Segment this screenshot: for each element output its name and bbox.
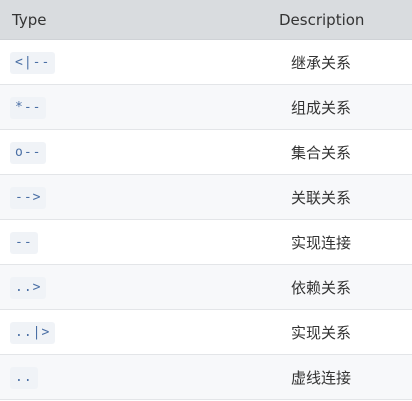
description-cell: 集合关系 (291, 143, 352, 162)
type-code: --> (10, 186, 47, 209)
description-cell: 组成关系 (291, 98, 352, 117)
type-code: ..> (10, 276, 47, 299)
type-code: *-- (10, 96, 47, 119)
relationship-table: Type Description <|-- 继承关系 *-- 组成关系 o-- … (0, 0, 412, 400)
description-cell: 虚线连接 (291, 368, 352, 387)
description-cell: 依赖关系 (291, 278, 352, 297)
type-code: <|-- (10, 51, 56, 74)
table-row: <|-- 继承关系 (0, 40, 412, 85)
description-cell: 实现关系 (291, 323, 352, 342)
type-code: .. (10, 366, 38, 389)
description-cell: 关联关系 (291, 188, 352, 207)
table-row: --> 关联关系 (0, 175, 412, 220)
table-header: Type Description (0, 0, 412, 40)
description-cell: 实现连接 (291, 233, 352, 252)
table-row: ..> 依赖关系 (0, 265, 412, 310)
table-row: .. 虚线连接 (0, 355, 412, 400)
table-row: -- 实现连接 (0, 220, 412, 265)
table-row: ..|> 实现关系 (0, 310, 412, 355)
table-row: *-- 组成关系 (0, 85, 412, 130)
header-type: Type (12, 10, 47, 29)
header-description: Description (279, 10, 365, 29)
type-code: ..|> (10, 321, 56, 344)
table-row: o-- 集合关系 (0, 130, 412, 175)
description-cell: 继承关系 (291, 53, 352, 72)
type-code: -- (10, 231, 38, 254)
type-code: o-- (10, 141, 47, 164)
